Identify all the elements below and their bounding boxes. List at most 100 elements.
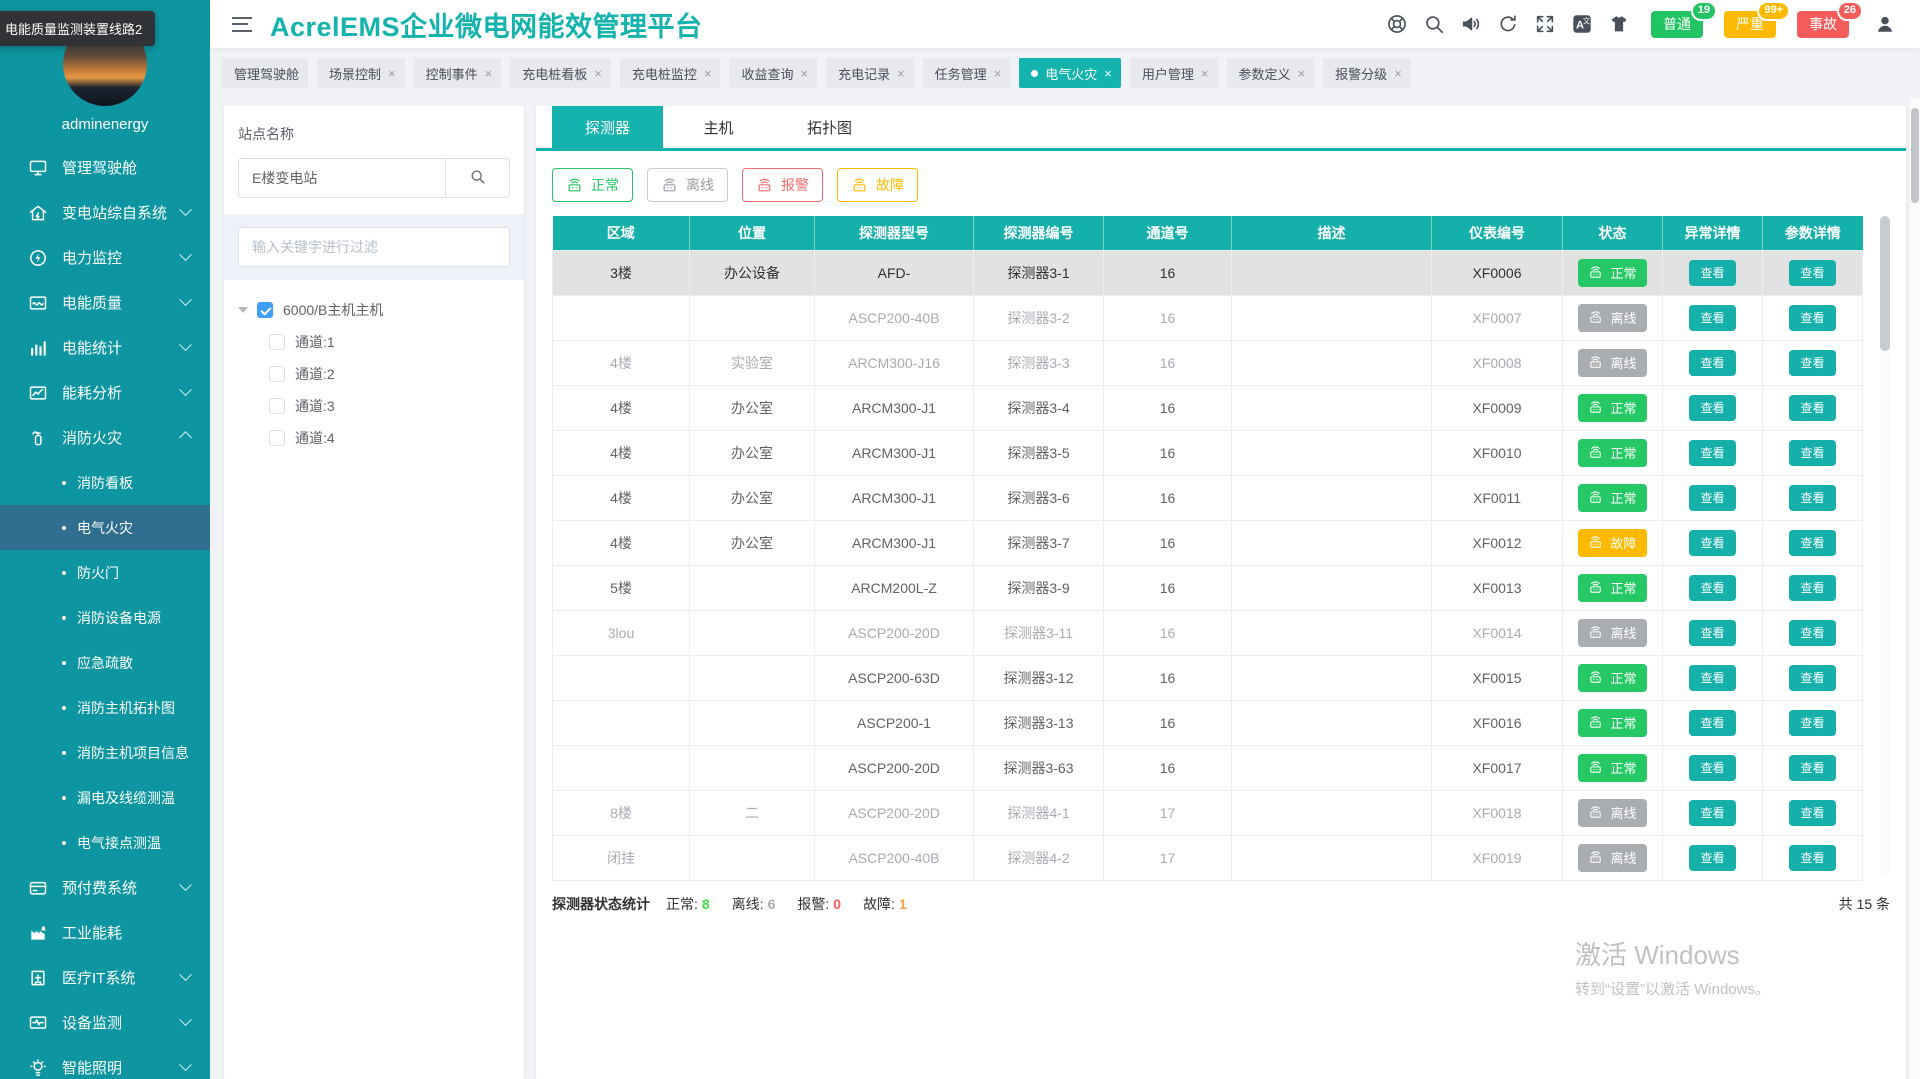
tree-node-child[interactable]: 通道:3 (238, 390, 510, 422)
sidebar-subitem[interactable]: 漏电及线缆测温 (0, 775, 210, 820)
filter-button[interactable]: 报警 (742, 168, 823, 202)
table-row[interactable]: 4楼 办公室 ARCM300-J1 探测器3-7 16 XF0012 故障 查看 查看 (552, 519, 1863, 566)
view-param-detail-button[interactable]: 查看 (1789, 394, 1836, 421)
status-badge[interactable]: 正常 (1578, 438, 1647, 467)
close-tab-icon[interactable]: × (1394, 67, 1402, 80)
close-tab-icon[interactable]: × (485, 67, 493, 80)
tab-item[interactable]: 管理驾驶舱 (222, 58, 309, 88)
alarm-badge[interactable]: 普通 19 (1651, 0, 1717, 38)
table-row[interactable]: 4楼 办公室 ARCM300-J1 探测器3-6 16 XF0011 正常 查看 查看 (552, 474, 1863, 521)
sidebar-item[interactable]: 预付费系统 (0, 865, 210, 910)
table-row[interactable]: 闭挂 ASCP200-40B 探测器4-2 17 XF0019 离线 查看 查看 (552, 834, 1863, 881)
view-param-detail-button[interactable]: 查看 (1789, 619, 1836, 646)
status-badge[interactable]: 离线 (1578, 303, 1647, 332)
table-scrollbar-thumb[interactable] (1880, 216, 1890, 351)
view-param-detail-button[interactable]: 查看 (1789, 439, 1836, 466)
table-row[interactable]: ASCP200-20D 探测器3-63 16 XF0017 正常 查看 查看 (552, 744, 1863, 791)
sidebar-subitem[interactable]: 电气火灾 (0, 505, 210, 550)
table-row[interactable]: 3楼 办公设备 AFD- 探测器3-1 16 XF0006 正常 查看 查看 (552, 249, 1863, 296)
sidebar-item[interactable]: 设备监测 (0, 1000, 210, 1045)
table-row[interactable]: 4楼 办公室 ARCM300-J1 探测器3-4 16 XF0009 正常 查看 查看 (552, 384, 1863, 431)
subtab-item[interactable]: 主机 (663, 106, 774, 148)
view-exception-detail-button[interactable]: 查看 (1689, 394, 1736, 421)
tab-item[interactable]: 控制事件 × (413, 58, 502, 88)
caret-down-icon[interactable] (238, 307, 248, 313)
sidebar-subitem[interactable]: 消防看板 (0, 460, 210, 505)
view-exception-detail-button[interactable]: 查看 (1689, 664, 1736, 691)
theme-icon[interactable] (1608, 13, 1630, 35)
station-name-input[interactable] (238, 158, 446, 198)
sidebar-item[interactable]: 医疗IT系统 (0, 955, 210, 1000)
close-tab-icon[interactable]: × (704, 67, 712, 80)
close-tab-icon[interactable]: × (388, 67, 396, 80)
sidebar-item[interactable]: 电能质量 (0, 280, 210, 325)
view-param-detail-button[interactable]: 查看 (1789, 484, 1836, 511)
view-exception-detail-button[interactable]: 查看 (1689, 439, 1736, 466)
tab-item[interactable]: 参数定义 × (1226, 58, 1315, 88)
fullscreen-icon[interactable] (1534, 13, 1556, 35)
sidebar-item[interactable]: 能耗分析 (0, 370, 210, 415)
view-exception-detail-button[interactable]: 查看 (1689, 619, 1736, 646)
view-param-detail-button[interactable]: 查看 (1789, 529, 1836, 556)
close-tab-icon[interactable]: × (897, 67, 905, 80)
user-icon[interactable] (1874, 13, 1896, 35)
table-row[interactable]: 4楼 办公室 ARCM300-J1 探测器3-5 16 XF0010 正常 查看 查看 (552, 429, 1863, 476)
tab-item[interactable]: 场景控制 × (317, 58, 405, 88)
sidebar-subitem[interactable]: 消防设备电源 (0, 595, 210, 640)
view-param-detail-button[interactable]: 查看 (1789, 754, 1836, 781)
subtab-item[interactable]: 探测器 (552, 106, 663, 148)
sidebar-item[interactable]: 管理驾驶舱 (0, 145, 210, 190)
status-badge[interactable]: 离线 (1578, 618, 1647, 647)
sidebar-item[interactable]: 工业能耗 (0, 910, 210, 955)
close-tab-icon[interactable]: × (1201, 67, 1209, 80)
status-badge[interactable]: 离线 (1578, 798, 1647, 827)
sidebar-subitem[interactable]: 防火门 (0, 550, 210, 595)
tab-item[interactable]: 充电桩监控 × (619, 58, 721, 88)
view-exception-detail-button[interactable]: 查看 (1689, 349, 1736, 376)
sidebar-subitem[interactable]: 消防主机项目信息 (0, 730, 210, 775)
checkbox-unchecked[interactable] (269, 334, 285, 350)
status-badge[interactable]: 离线 (1578, 348, 1647, 377)
view-exception-detail-button[interactable]: 查看 (1689, 754, 1736, 781)
sidebar-subitem[interactable]: 电气接点测温 (0, 820, 210, 865)
view-exception-detail-button[interactable]: 查看 (1689, 484, 1736, 511)
tab-item[interactable]: 电气火灾 × (1019, 58, 1121, 88)
table-row[interactable]: 5楼 ARCM200L-Z 探测器3-9 16 XF0013 正常 查看 查看 (552, 564, 1863, 611)
filter-button[interactable]: 故障 (837, 168, 918, 202)
table-row[interactable]: 3lou ASCP200-20D 探测器3-11 16 XF0014 离线 查看 查看 (552, 609, 1863, 656)
view-exception-detail-button[interactable]: 查看 (1689, 799, 1736, 826)
sidebar-item[interactable]: 变电站综自系统 (0, 190, 210, 235)
checkbox-checked[interactable] (257, 302, 273, 318)
tab-item[interactable]: 用户管理 × (1129, 58, 1218, 88)
tree-node-root[interactable]: 6000/B主机主机 (238, 294, 510, 326)
checkbox-unchecked[interactable] (269, 366, 285, 382)
status-badge[interactable]: 正常 (1578, 573, 1647, 602)
tab-item[interactable]: 充电桩看板 × (510, 58, 611, 88)
help-icon[interactable] (1386, 13, 1408, 35)
tree-node-child[interactable]: 通道:1 (238, 326, 510, 358)
view-param-detail-button[interactable]: 查看 (1789, 574, 1836, 601)
sidebar-item[interactable]: 智能照明 (0, 1045, 210, 1079)
view-param-detail-button[interactable]: 查看 (1789, 349, 1836, 376)
status-badge[interactable]: 正常 (1578, 663, 1647, 692)
filter-button[interactable]: 正常 (552, 168, 633, 202)
status-badge[interactable]: 离线 (1578, 843, 1647, 872)
status-badge[interactable]: 正常 (1578, 258, 1647, 287)
view-exception-detail-button[interactable]: 查看 (1689, 709, 1736, 736)
table-row[interactable]: ASCP200-63D 探测器3-12 16 XF0015 正常 查看 查看 (552, 654, 1863, 701)
close-tab-icon[interactable]: × (594, 67, 602, 80)
view-param-detail-button[interactable]: 查看 (1789, 664, 1836, 691)
tree-node-child[interactable]: 通道:2 (238, 358, 510, 390)
close-tab-icon[interactable]: × (994, 67, 1002, 80)
view-exception-detail-button[interactable]: 查看 (1689, 529, 1736, 556)
volume-icon[interactable] (1460, 13, 1482, 35)
close-tab-icon[interactable]: × (1298, 67, 1306, 80)
window-scrollbar-thumb[interactable] (1911, 108, 1919, 203)
view-param-detail-button[interactable]: 查看 (1789, 844, 1836, 871)
sidebar-subitem[interactable]: 应急疏散 (0, 640, 210, 685)
status-badge[interactable]: 正常 (1578, 708, 1647, 737)
sidebar-item[interactable]: 电能统计 (0, 325, 210, 370)
alarm-badge[interactable]: 事故 26 (1797, 0, 1863, 38)
tab-item[interactable]: 任务管理 × (922, 58, 1011, 88)
table-row[interactable]: ASCP200-1 探测器3-13 16 XF0016 正常 查看 查看 (552, 699, 1863, 746)
